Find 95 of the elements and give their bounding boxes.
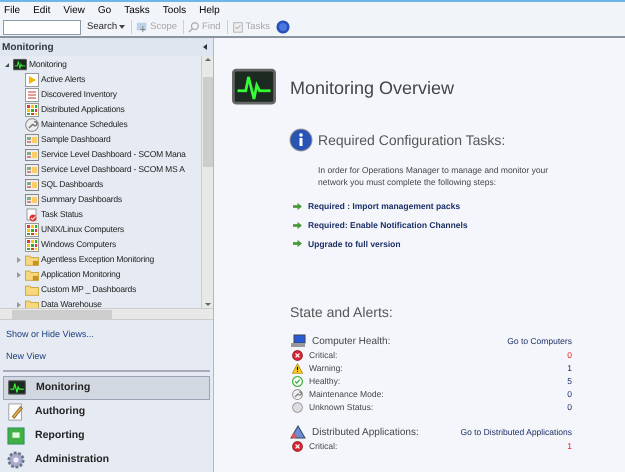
tree-item[interactable]: Summary Dashboards — [41, 193, 122, 206]
gear-icon — [7, 451, 25, 469]
tree-item[interactable]: Active Alerts — [41, 73, 86, 86]
alert-list-icon — [25, 72, 39, 86]
link[interactable]: Show or Hide Views... — [6, 328, 207, 342]
workspace-button[interactable]: Reporting — [3, 424, 210, 448]
tree-item[interactable]: Task Status — [41, 208, 83, 221]
page-title: Monitoring Overview — [290, 76, 454, 100]
instructions-text: In order for Operations Manager to manage and monitor your network you must complete the following steps: — [318, 164, 550, 188]
workspace-button[interactable]: Authoring — [3, 400, 210, 424]
dashboard-icon — [25, 162, 39, 176]
wrench-icon — [292, 389, 303, 400]
status-count: 0 — [567, 401, 572, 414]
monitor-icon — [8, 379, 26, 397]
locked-folder-icon — [25, 252, 39, 266]
tree-item[interactable]: SQL Dashboards — [41, 178, 104, 191]
check-icon — [292, 376, 303, 388]
tree-item[interactable]: Sample Dashboard — [41, 133, 111, 146]
clipboard-icon — [232, 21, 244, 33]
status-label: Warning: — [309, 362, 343, 376]
search-field[interactable] — [3, 20, 81, 34]
workspace-button[interactable]: Administration — [3, 448, 210, 472]
search-icon — [188, 21, 200, 33]
task-icon — [25, 208, 39, 222]
link[interactable]: New View — [6, 350, 207, 363]
circle-icon — [292, 402, 303, 414]
tree-item[interactable]: Monitoring — [29, 58, 67, 71]
section-title: Required Configuration Tasks: — [318, 130, 506, 150]
network-icon — [290, 424, 306, 440]
collapsed-arrow-icon[interactable] — [17, 256, 21, 262]
critical-icon — [292, 441, 303, 452]
report-icon — [7, 427, 25, 445]
computer-icon — [290, 333, 306, 350]
menu-item[interactable]: Edit — [33, 2, 50, 18]
tree-item[interactable]: Distributed Applications — [41, 103, 125, 116]
group-title: Distributed Applications: — [312, 426, 419, 440]
status-label: Healthy: — [309, 375, 340, 388]
warning-icon — [292, 363, 303, 374]
task-link[interactable]: Required : Import management packs — [308, 200, 460, 213]
critical-icon — [292, 350, 303, 362]
grid-icon — [25, 222, 39, 236]
list-icon — [25, 88, 39, 102]
group-link[interactable]: Go to Computers — [507, 334, 572, 348]
grid-icon — [25, 102, 39, 116]
collapsed-arrow-icon[interactable] — [17, 272, 21, 278]
task-link[interactable]: Upgrade to full version — [308, 238, 401, 250]
workspace-button[interactable]: Monitoring — [3, 376, 210, 400]
status-label: Maintenance Mode: — [309, 388, 384, 402]
tree-item[interactable]: Data Warehouse — [41, 298, 102, 311]
pane-title: Monitoring — [2, 40, 54, 54]
menu-item[interactable]: View — [63, 2, 85, 18]
search-button[interactable]: Search — [87, 20, 126, 34]
monitor-icon — [13, 58, 27, 72]
pencil-document-icon — [7, 403, 25, 421]
tree-item[interactable]: Service Level Dashboard - SCOM MS A — [41, 163, 185, 176]
locked-folder-icon — [25, 268, 39, 282]
tree-item[interactable]: Agentless Exception Monitoring — [41, 253, 154, 266]
task-link[interactable]: Required: Enable Notification Channels — [308, 218, 468, 232]
section-title: State and Alerts: — [290, 303, 394, 322]
tree-item[interactable]: Service Level Dashboard - SCOM Mana — [41, 148, 186, 161]
grid-icon — [25, 238, 39, 252]
group-title: Computer Health: — [312, 334, 390, 349]
folder-icon — [25, 282, 39, 296]
tree-item[interactable]: Discovered Inventory — [41, 88, 117, 101]
menu-item[interactable]: Tools — [162, 2, 186, 18]
dashboard-icon — [25, 148, 39, 162]
menu-item[interactable]: Help — [199, 2, 220, 18]
wrench-icon — [25, 118, 39, 132]
status-count: 0 — [567, 349, 572, 362]
status-label: Unknown Status: — [309, 401, 374, 414]
expanded-arrow-icon[interactable] — [5, 62, 9, 66]
group-link[interactable]: Go to Distributed Applications — [460, 426, 572, 439]
vertical-scrollbar[interactable] — [201, 56, 213, 308]
menu-item[interactable]: File — [4, 2, 20, 18]
tree-item[interactable]: Custom MP _ Dashboards — [41, 283, 136, 296]
tree-item[interactable]: Maintenance Schedules — [41, 118, 128, 131]
dashboard-icon — [25, 192, 39, 206]
dashboard-icon — [25, 178, 39, 192]
menu-item[interactable]: Go — [98, 2, 112, 18]
status-label: Critical: — [309, 440, 338, 454]
horizontal-scrollbar[interactable] — [0, 308, 213, 320]
status-count: 5 — [567, 375, 572, 388]
status-count: 1 — [567, 362, 572, 376]
info-icon — [289, 128, 313, 152]
caret-icon — [119, 25, 126, 29]
menu-item[interactable]: Tasks — [124, 2, 150, 18]
tree-item[interactable]: Windows Computers — [41, 238, 116, 251]
status-count: 0 — [567, 388, 572, 402]
scope-icon — [136, 21, 148, 33]
status-label: Critical: — [309, 349, 338, 362]
tree-item[interactable]: Application Monitoring — [41, 268, 120, 281]
status-count: 1 — [567, 440, 572, 454]
dashboard-icon — [25, 132, 39, 146]
collapse-arrow-icon[interactable] — [203, 44, 207, 50]
tree-item[interactable]: UNIX/Linux Computers — [41, 223, 124, 236]
